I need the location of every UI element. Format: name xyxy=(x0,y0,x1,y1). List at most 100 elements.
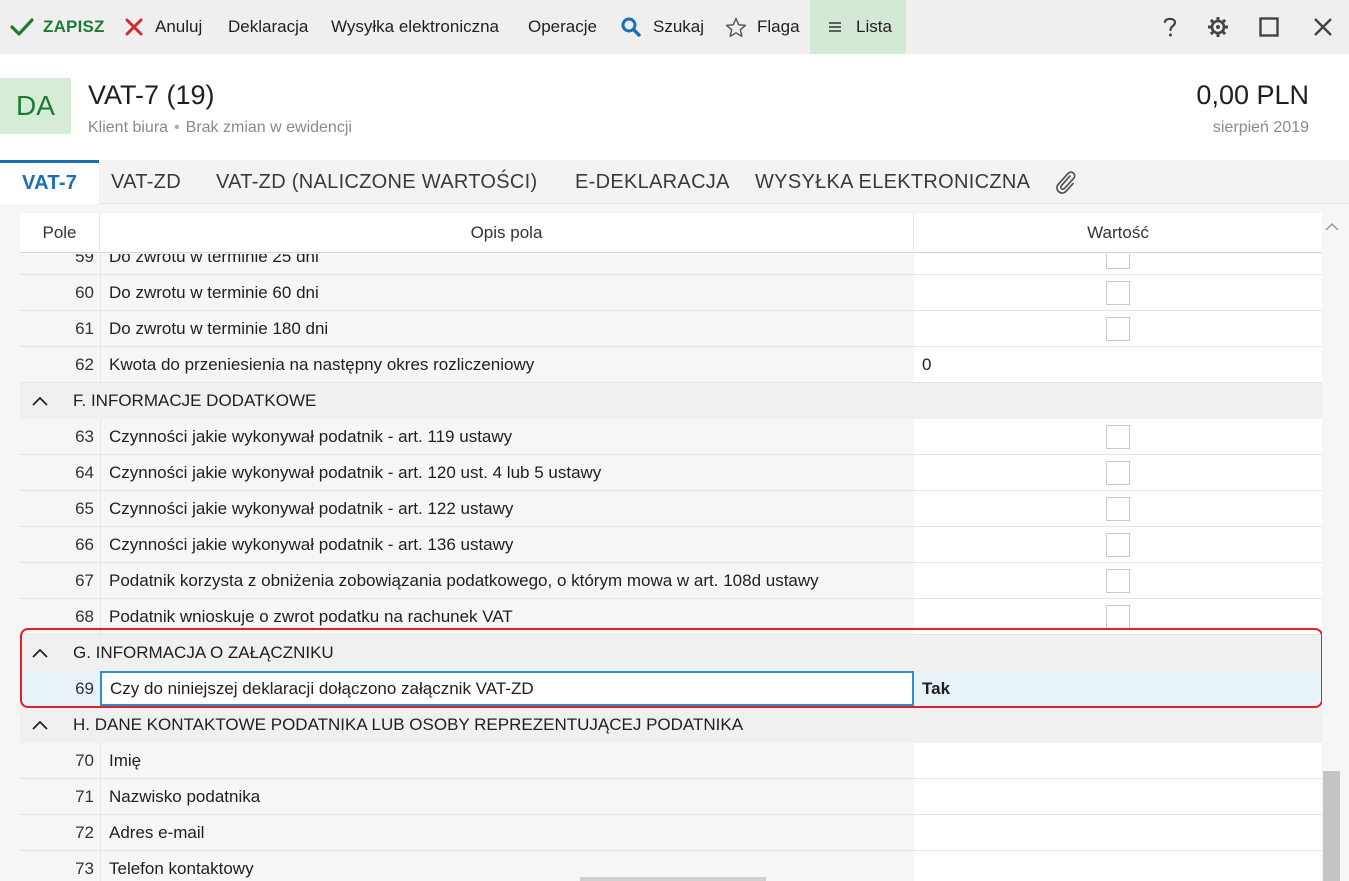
table-row[interactable]: 65 Czynności jakie wykonywał podatnik - … xyxy=(20,491,1322,527)
checkbox[interactable] xyxy=(1106,569,1130,593)
table-row[interactable]: 62 Kwota do przeniesienia na następny ok… xyxy=(20,347,1322,383)
table-row[interactable]: 66 Czynności jakie wykonywał podatnik - … xyxy=(20,527,1322,563)
value-input[interactable] xyxy=(914,815,1322,850)
e-send-menu[interactable]: Wysyłka elektroniczna xyxy=(331,0,499,54)
search-button[interactable]: Szukaj xyxy=(621,0,704,54)
field-description: Do zwrotu w terminie 180 dni xyxy=(100,311,914,346)
checkbox[interactable] xyxy=(1106,497,1130,521)
checkbox[interactable] xyxy=(1106,281,1130,305)
table-row-selected[interactable]: 69 Czy do niniejszej deklaracji dołączon… xyxy=(20,671,1322,707)
field-number: 61 xyxy=(75,319,94,338)
check-icon xyxy=(10,17,34,37)
tab-e-sending[interactable]: WYSYŁKA ELEKTRONICZNA xyxy=(755,160,1030,204)
column-header-opis[interactable]: Opis pola xyxy=(100,213,914,253)
field-value xyxy=(914,527,1322,562)
field-number: 64 xyxy=(75,463,94,482)
field-number: 62 xyxy=(75,355,94,374)
tab-vat7[interactable]: VAT-7 xyxy=(0,160,100,204)
declaration-grid: Pole Opis pola Wartość 59 Do zwrotu w te… xyxy=(0,204,1349,881)
amount: 0,00 PLN xyxy=(1196,80,1309,110)
chevron-up-icon[interactable] xyxy=(30,635,50,671)
field-description[interactable]: Czy do niniejszej deklaracji dołączono z… xyxy=(100,671,914,706)
table-row[interactable]: 71 Nazwisko podatnika xyxy=(20,779,1322,815)
table-row[interactable]: 63 Czynności jakie wykonywał podatnik - … xyxy=(20,419,1322,455)
field-number: 63 xyxy=(75,427,94,446)
value-input[interactable]: 0 xyxy=(914,347,1322,382)
save-button[interactable]: ZAPISZ xyxy=(10,0,105,54)
section-title: F. INFORMACJE DODATKOWE xyxy=(73,391,317,410)
checkbox[interactable] xyxy=(1106,605,1130,629)
value-input[interactable]: Tak xyxy=(914,671,1322,706)
column-header-pole[interactable]: Pole xyxy=(20,213,100,253)
section-header[interactable]: H. DANE KONTAKTOWE PODATNIKA LUB OSOBY R… xyxy=(20,707,1322,743)
field-number: 73 xyxy=(75,859,94,878)
help-icon[interactable] xyxy=(1155,0,1185,54)
grid-rows: 59 Do zwrotu w terminie 25 dni 60 Do zwr… xyxy=(20,254,1322,881)
field-value xyxy=(914,491,1322,526)
tab-vat-zd-computed[interactable]: VAT-ZD (NALICZONE WARTOŚCI) xyxy=(216,160,537,204)
operations-menu[interactable]: Operacje xyxy=(528,0,597,54)
value-input[interactable] xyxy=(914,779,1322,814)
table-row[interactable]: 68 Podatnik wnioskuje o zwrot podatku na… xyxy=(20,599,1322,635)
chevron-up-icon[interactable] xyxy=(30,707,50,743)
section-header[interactable]: F. INFORMACJE DODATKOWE xyxy=(20,383,1322,419)
horizontal-scrollbar-thumb[interactable] xyxy=(580,877,766,881)
value-input[interactable] xyxy=(914,743,1322,778)
scroll-up-icon[interactable] xyxy=(1322,218,1342,234)
table-row[interactable]: 60 Do zwrotu w terminie 60 dni xyxy=(20,275,1322,311)
tab-vat-zd[interactable]: VAT-ZD xyxy=(111,160,181,204)
close-icon[interactable] xyxy=(1308,0,1338,54)
section-title: G. INFORMACJA O ZAŁĄCZNIKU xyxy=(73,643,334,662)
column-header-wartosc[interactable]: Wartość xyxy=(914,213,1322,253)
flag-label: Flaga xyxy=(757,17,800,36)
list-button[interactable]: Lista xyxy=(810,0,906,54)
search-icon xyxy=(621,17,641,37)
ledger-status: Brak zmian w ewidencji xyxy=(185,119,352,136)
section-header[interactable]: G. INFORMACJA O ZAŁĄCZNIKU xyxy=(20,635,1322,671)
close-x-icon xyxy=(125,18,143,36)
table-row[interactable]: 59 Do zwrotu w terminie 25 dni xyxy=(20,254,1322,275)
scrollbar-thumb[interactable] xyxy=(1323,771,1340,881)
table-row[interactable]: 72 Adres e-mail xyxy=(20,815,1322,851)
cancel-label: Anuluj xyxy=(155,17,203,36)
field-value xyxy=(914,419,1322,454)
gear-icon[interactable] xyxy=(1203,0,1233,54)
field-description: Imię xyxy=(100,743,914,778)
document-subtitle: Klient biura • Brak zmian w ewidencji xyxy=(88,119,352,137)
client-type: Klient biura xyxy=(88,119,169,136)
checkbox[interactable] xyxy=(1106,254,1130,269)
document-header: DA VAT-7 (19) Klient biura • Brak zmian w … xyxy=(0,54,1349,160)
table-row[interactable]: 67 Podatnik korzysta z obniżenia zobowią… xyxy=(20,563,1322,599)
save-label: ZAPISZ xyxy=(43,17,105,36)
paperclip-icon[interactable] xyxy=(1052,167,1078,202)
declaration-menu[interactable]: Deklaracja xyxy=(228,0,308,54)
tab-e-declaration[interactable]: E-DEKLARACJA xyxy=(575,160,730,204)
field-number: 59 xyxy=(75,254,94,266)
field-description: Czynności jakie wykonywał podatnik - art… xyxy=(100,455,914,490)
checkbox[interactable] xyxy=(1106,317,1130,341)
separator-dot: • xyxy=(174,119,180,136)
checkbox[interactable] xyxy=(1106,425,1130,449)
value-input[interactable] xyxy=(914,851,1322,881)
cancel-button[interactable]: Anuluj xyxy=(125,0,202,54)
chevron-up-icon[interactable] xyxy=(30,383,50,419)
period: sierpień 2019 xyxy=(1212,119,1309,136)
field-description: Do zwrotu w terminie 25 dni xyxy=(100,254,914,274)
field-number: 69 xyxy=(75,679,94,698)
search-label: Szukaj xyxy=(653,17,705,36)
maximize-icon[interactable] xyxy=(1254,0,1284,54)
checkbox[interactable] xyxy=(1106,533,1130,557)
field-number: 70 xyxy=(75,751,94,770)
flag-button[interactable]: Flaga xyxy=(725,0,800,54)
checkbox[interactable] xyxy=(1106,461,1130,485)
field-description: Telefon kontaktowy xyxy=(100,851,914,881)
hamburger-icon xyxy=(828,21,842,33)
table-row[interactable]: 64 Czynności jakie wykonywał podatnik - … xyxy=(20,455,1322,491)
table-row[interactable]: 70 Imię xyxy=(20,743,1322,779)
field-value xyxy=(914,563,1322,598)
field-description: Do zwrotu w terminie 60 dni xyxy=(100,275,914,310)
field-description: Kwota do przeniesienia na następny okres… xyxy=(100,347,914,382)
field-number: 67 xyxy=(75,571,94,590)
field-number: 66 xyxy=(75,535,94,554)
table-row[interactable]: 61 Do zwrotu w terminie 180 dni xyxy=(20,311,1322,347)
